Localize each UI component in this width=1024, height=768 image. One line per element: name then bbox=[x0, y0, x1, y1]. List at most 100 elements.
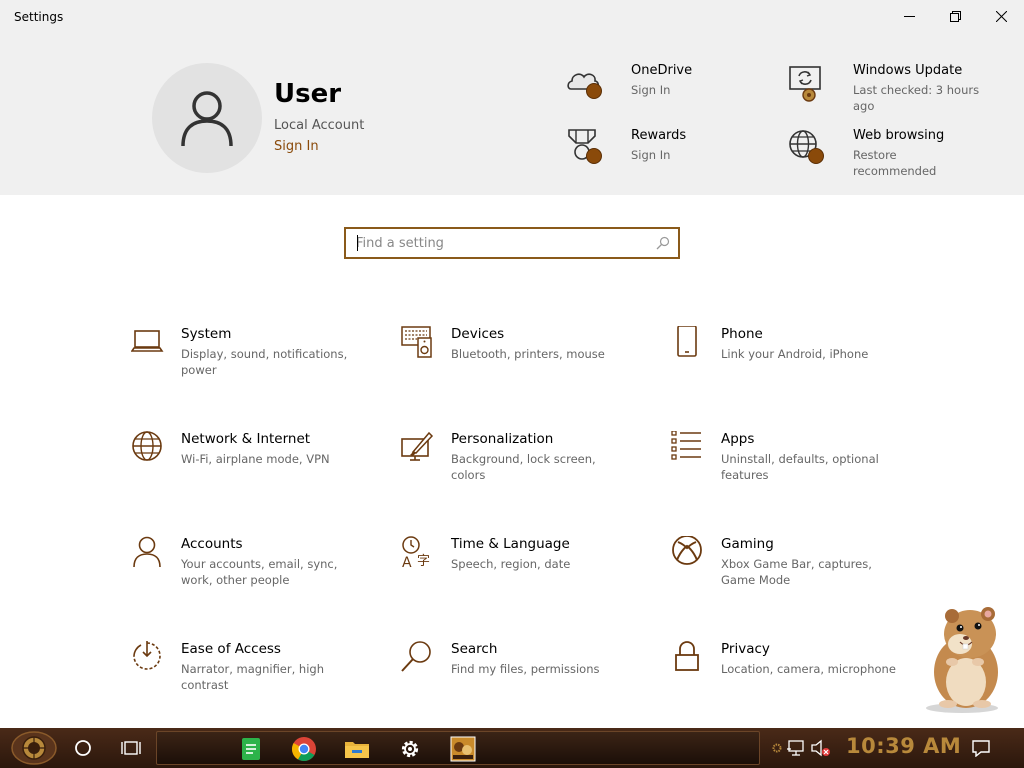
onedrive-card[interactable]: OneDrive Sign In bbox=[565, 63, 765, 119]
tile-description: Narrator, magnifier, high contrast bbox=[181, 662, 324, 692]
web-browsing-card[interactable]: Web browsing Restore recommended bbox=[787, 128, 987, 184]
xbox-icon bbox=[672, 536, 702, 565]
tile-personalization[interactable]: Personalization Background, lock screen,… bbox=[401, 431, 641, 491]
file-explorer-icon bbox=[345, 742, 369, 758]
task-view-icon bbox=[121, 741, 141, 755]
tile-description: Xbox Game Bar, captures, Game Mode bbox=[721, 557, 872, 587]
search-input[interactable] bbox=[356, 234, 646, 252]
search-icon bbox=[656, 236, 670, 250]
sheets-icon bbox=[242, 738, 260, 760]
search-icon bbox=[401, 641, 431, 672]
tile-system[interactable]: System Display, sound, notifications, po… bbox=[131, 326, 371, 386]
laptop-icon bbox=[131, 330, 164, 352]
rewards-card[interactable]: Rewards Sign In bbox=[565, 128, 765, 184]
windows-update-subtitle: Last checked: 3 hours ago bbox=[853, 83, 980, 113]
time-language-icon: A 字 bbox=[402, 536, 430, 570]
globe-icon bbox=[132, 431, 162, 461]
settings-gear-icon bbox=[401, 740, 419, 758]
tile-title: Apps bbox=[721, 431, 755, 447]
close-button[interactable] bbox=[978, 0, 1024, 33]
rewards-subtitle: Sign In bbox=[631, 148, 671, 162]
gear-small-icon bbox=[772, 743, 782, 753]
tile-title: System bbox=[181, 326, 232, 342]
phone-icon bbox=[677, 326, 697, 357]
taskbar-clock[interactable]: 10:39 AM bbox=[846, 734, 961, 758]
sign-in-link[interactable]: Sign In bbox=[274, 139, 319, 154]
taskbar-app-chrome[interactable] bbox=[289, 734, 319, 764]
tile-search[interactable]: Search Find my files, permissions bbox=[401, 641, 641, 701]
taskbar-app-sheets[interactable] bbox=[236, 734, 266, 764]
tray-volume-button[interactable] bbox=[810, 734, 832, 762]
taskbar-app-game[interactable] bbox=[448, 734, 478, 764]
tile-title: Personalization bbox=[451, 431, 554, 447]
tile-title: Time & Language bbox=[451, 536, 570, 552]
tile-title: Phone bbox=[721, 326, 763, 342]
text-caret bbox=[357, 235, 358, 251]
windows-update-card[interactable]: Windows Update Last checked: 3 hours ago bbox=[787, 63, 987, 119]
lock-icon bbox=[675, 641, 699, 671]
ease-of-access-icon bbox=[133, 641, 161, 670]
tile-devices[interactable]: Devices Bluetooth, printers, mouse bbox=[401, 326, 641, 386]
tile-description: Link your Android, iPhone bbox=[721, 347, 869, 361]
hamster-mascot-icon bbox=[926, 607, 998, 713]
svg-text:字: 字 bbox=[417, 554, 430, 569]
tile-description: Find my files, permissions bbox=[451, 662, 600, 676]
cortana-button[interactable] bbox=[68, 732, 98, 764]
close-icon bbox=[995, 11, 1007, 22]
account-type: Local Account bbox=[274, 118, 365, 133]
tile-title: Devices bbox=[451, 326, 505, 342]
tile-network-internet[interactable]: Network & Internet Wi-Fi, airplane mode,… bbox=[131, 431, 371, 491]
taskbar-app-file-explorer[interactable] bbox=[342, 734, 372, 764]
tile-description: Speech, region, date bbox=[451, 557, 571, 571]
account-header: User Local Account Sign In OneDrive Sign… bbox=[0, 33, 1024, 195]
status-badge bbox=[586, 148, 602, 164]
web-browsing-subtitle: Restore recommended bbox=[853, 148, 937, 178]
tray-expand-button[interactable] bbox=[766, 734, 788, 762]
volume-muted-icon bbox=[811, 739, 830, 757]
tile-description: Uninstall, defaults, optional features bbox=[721, 452, 879, 482]
tile-gaming[interactable]: Gaming Xbox Game Bar, captures, Game Mod… bbox=[671, 536, 911, 596]
cortana-icon bbox=[75, 740, 91, 756]
tile-apps[interactable]: Apps Uninstall, defaults, optional featu… bbox=[671, 431, 911, 491]
network-icon bbox=[787, 740, 804, 756]
title-bar: Settings bbox=[0, 0, 1024, 33]
minimize-button[interactable] bbox=[886, 0, 932, 33]
start-button-icon[interactable] bbox=[10, 731, 58, 765]
tray-network-button[interactable] bbox=[786, 734, 808, 762]
onedrive-title: OneDrive bbox=[631, 63, 693, 78]
tile-title: Gaming bbox=[721, 536, 774, 552]
tile-time-language[interactable]: A 字 Time & Language Speech, region, date bbox=[401, 536, 641, 596]
windows-update-title: Windows Update bbox=[853, 63, 963, 78]
tile-title: Network & Internet bbox=[181, 431, 311, 447]
restore-icon bbox=[949, 11, 961, 22]
search-box[interactable] bbox=[344, 227, 680, 259]
tile-description: Bluetooth, printers, mouse bbox=[451, 347, 605, 361]
window-title: Settings bbox=[14, 10, 64, 24]
restore-button[interactable] bbox=[932, 0, 978, 33]
action-center-button[interactable] bbox=[966, 734, 996, 762]
svg-text:A: A bbox=[402, 555, 412, 570]
web-browsing-title: Web browsing bbox=[853, 128, 945, 143]
tile-ease-of-access[interactable]: Ease of Access Narrator, magnifier, high… bbox=[131, 641, 371, 701]
tile-title: Accounts bbox=[181, 536, 243, 552]
taskbar-app-settings[interactable] bbox=[395, 734, 425, 764]
tile-accounts[interactable]: Accounts Your accounts, email, sync, wor… bbox=[131, 536, 371, 596]
rewards-title: Rewards bbox=[631, 128, 687, 143]
tile-privacy[interactable]: Privacy Location, camera, microphone bbox=[671, 641, 911, 701]
notification-icon bbox=[972, 740, 990, 757]
devices-icon bbox=[401, 326, 432, 358]
chrome-icon bbox=[291, 737, 316, 762]
paint-icon bbox=[401, 431, 434, 461]
minimize-icon bbox=[903, 16, 915, 17]
tile-title: Search bbox=[451, 641, 498, 657]
onedrive-subtitle: Sign In bbox=[631, 83, 671, 97]
tile-title: Privacy bbox=[721, 641, 770, 657]
status-badge bbox=[808, 148, 824, 164]
avatar[interactable] bbox=[152, 63, 262, 173]
user-name: User bbox=[274, 79, 342, 109]
task-view-button[interactable] bbox=[116, 732, 146, 764]
apps-list-icon bbox=[671, 431, 701, 460]
tile-description: Display, sound, notifications, power bbox=[181, 347, 348, 377]
status-badge bbox=[586, 83, 602, 99]
tile-phone[interactable]: Phone Link your Android, iPhone bbox=[671, 326, 911, 386]
